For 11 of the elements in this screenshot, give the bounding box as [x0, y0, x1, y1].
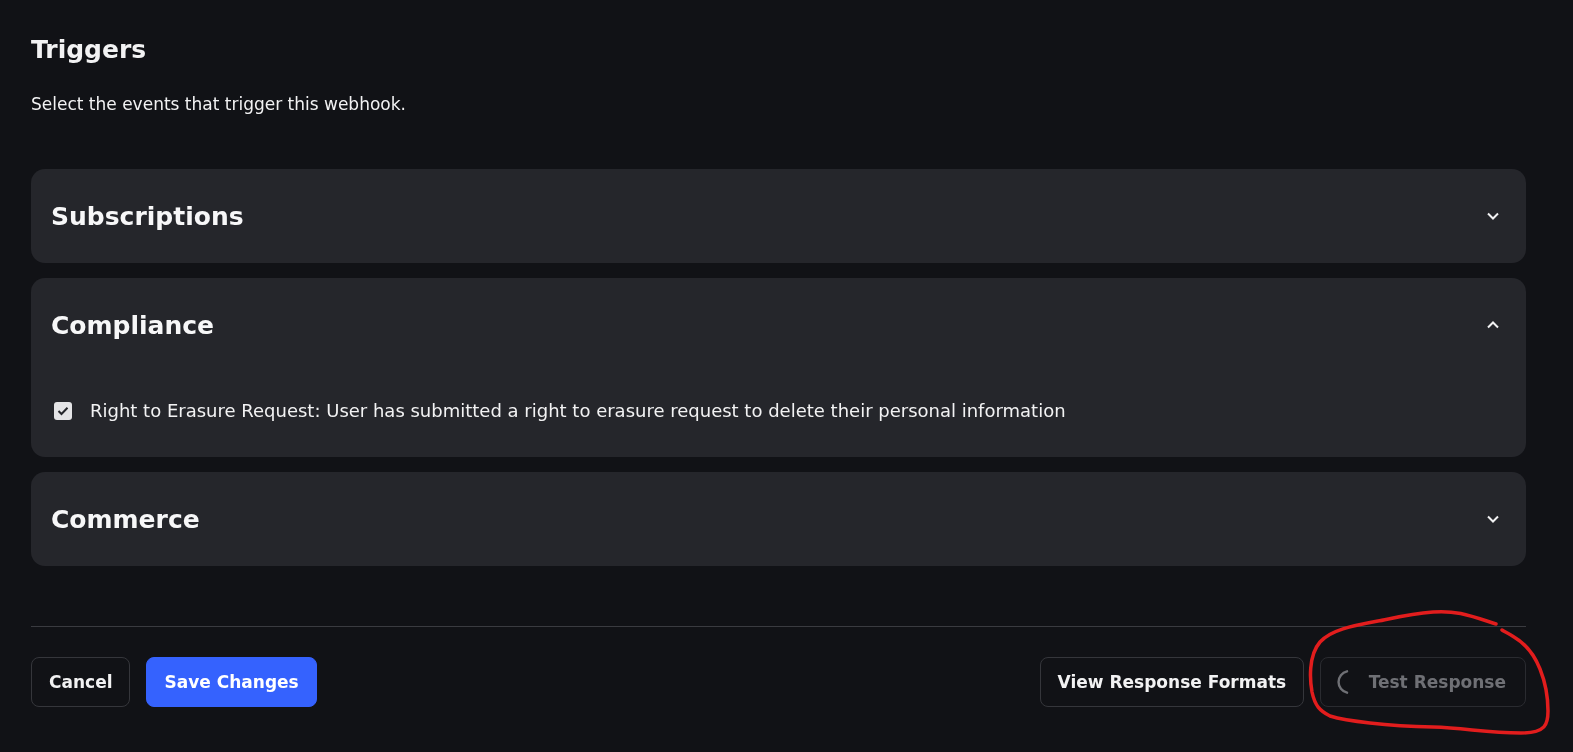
- page-title: Triggers: [31, 35, 148, 65]
- accordion-header[interactable]: Subscriptions: [31, 169, 1526, 263]
- checkbox[interactable]: [54, 402, 72, 420]
- secondary-button[interactable]: View Response Formats: [1039, 657, 1305, 707]
- secondary-button[interactable]: Cancel: [31, 657, 131, 707]
- page-description: Select the events that trigger this webhook.: [31, 94, 407, 114]
- primary-button[interactable]: Save Changes: [146, 657, 317, 707]
- checkbox-label: Right to Erasure Request: User has submitted a right to erasure request to delete their personal information: [90, 400, 1066, 422]
- accordion-header[interactable]: Commerce: [31, 472, 1526, 566]
- accordion-header[interactable]: Compliance: [31, 278, 1526, 372]
- checkmark-icon: [57, 406, 69, 416]
